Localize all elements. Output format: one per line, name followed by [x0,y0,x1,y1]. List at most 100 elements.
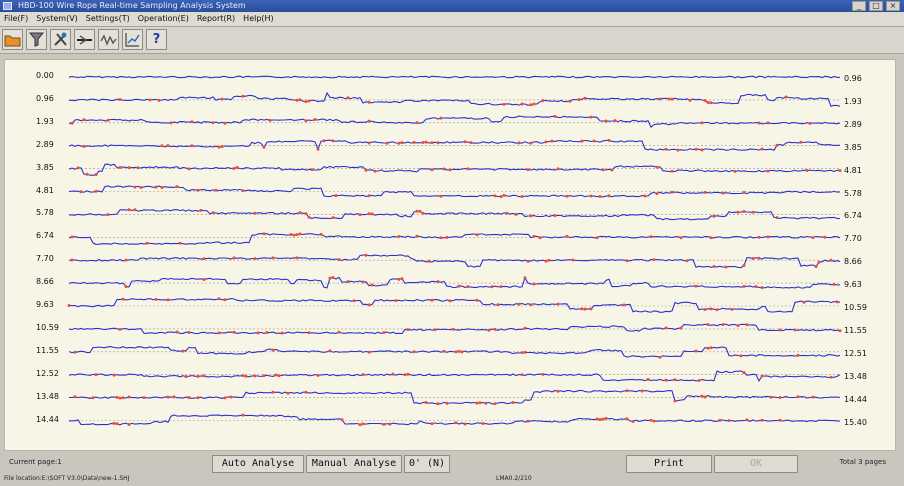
defect-marker [496,303,500,307]
defect-marker [838,329,842,333]
auto-analyse-button[interactable]: Auto Analyse [212,455,304,473]
defect-marker [532,282,536,286]
defect-marker [730,307,734,311]
defect-marker [304,100,308,104]
defect-marker [367,119,371,123]
menu-settings[interactable]: Settings(T) [82,12,134,26]
defect-marker [211,211,215,215]
defect-marker [289,233,293,236]
defect-marker [388,422,392,426]
defect-marker [115,422,119,426]
current-page-label: Current page:1 [9,458,62,466]
minimize-button[interactable]: _ [852,1,866,11]
help-button[interactable]: ? [146,29,167,50]
defect-marker [706,101,710,104]
close-button[interactable]: × [886,1,900,11]
defect-marker [217,145,221,149]
maximize-button[interactable]: □ [869,1,883,11]
defect-marker [415,234,419,238]
defect-marker [196,374,200,378]
defect-marker [685,259,689,263]
defect-marker [604,119,608,123]
defect-marker [298,232,302,236]
defect-marker [295,256,299,260]
defect-marker [778,418,782,422]
defect-marker [445,235,449,239]
defect-marker [670,190,674,194]
defect-marker [838,169,842,172]
waveform-trace [68,139,840,151]
defect-marker [463,140,467,144]
defect-marker [430,298,434,302]
waveform-trace [68,163,841,176]
defect-marker [271,348,275,352]
wave-analysis-button[interactable] [98,29,119,50]
menu-file[interactable]: File(F) [0,12,32,26]
defect-marker [529,141,533,145]
waveform-trace [69,389,841,405]
waveform-plot[interactable]: 0.00 0.96 0.96 1.93 1.93 2.89 2.89 3.85 3.85 4.81… [4,59,896,451]
defect-marker [694,147,698,151]
defect-marker [700,148,704,152]
right-position-label: 6.74 [844,211,862,221]
open-folder-button[interactable] [2,29,23,50]
menu-report[interactable]: Report(R) [193,12,239,26]
defect-marker [766,235,770,239]
defect-marker [367,303,371,307]
filter-button[interactable] [26,29,47,50]
defect-marker [391,372,395,376]
left-position-label: 13.48 [36,391,59,401]
right-position-label: 10.59 [844,303,867,312]
manual-analyse-button[interactable]: Manual Analyse [306,455,402,473]
defect-marker [640,389,644,393]
defect-marker [202,374,206,378]
defect-marker [532,234,536,238]
sampling-button[interactable] [74,29,95,50]
defect-marker [706,323,710,327]
defect-marker [625,389,629,393]
defect-marker [337,330,341,334]
defect-marker [457,284,461,288]
menu-system[interactable]: System(V) [32,12,82,26]
defect-marker [424,401,428,404]
defect-marker [331,216,335,220]
defect-marker [274,373,278,377]
defect-marker [262,374,266,378]
defect-marker [364,168,368,172]
defect-marker [712,214,716,218]
defect-marker [181,349,185,353]
tools-icon [54,32,67,46]
defect-marker [625,259,629,263]
defect-marker [484,401,488,405]
defect-marker [742,191,746,194]
ok-button[interactable]: OK [714,455,798,473]
defect-marker [121,297,125,301]
defect-marker [154,185,158,189]
defect-marker [112,373,116,377]
defect-marker [526,259,530,263]
defect-marker [202,278,206,281]
defect-marker [133,208,137,212]
defect-marker [742,371,746,374]
defect-marker [736,210,740,214]
defect-marker [382,331,386,334]
menu-help[interactable]: Help(H) [239,12,278,26]
defect-marker [421,211,425,215]
tools-button[interactable] [50,29,71,50]
zero-n-button[interactable]: 0' (N) [404,455,450,473]
right-position-label: 2.89 [844,119,862,129]
defect-marker [778,328,782,332]
defect-marker [709,346,713,350]
menu-operation[interactable]: Operation(E) [134,12,193,26]
print-button[interactable]: Print [626,455,712,473]
defect-marker [94,189,98,193]
defect-marker [403,373,407,377]
trend-button[interactable] [122,29,143,50]
defect-marker [439,236,443,240]
defect-marker [457,349,461,353]
defect-marker [565,234,569,238]
defect-marker [673,378,677,382]
left-position-label: 10.59 [36,322,59,332]
defect-marker [520,351,524,355]
defect-marker [337,258,341,262]
